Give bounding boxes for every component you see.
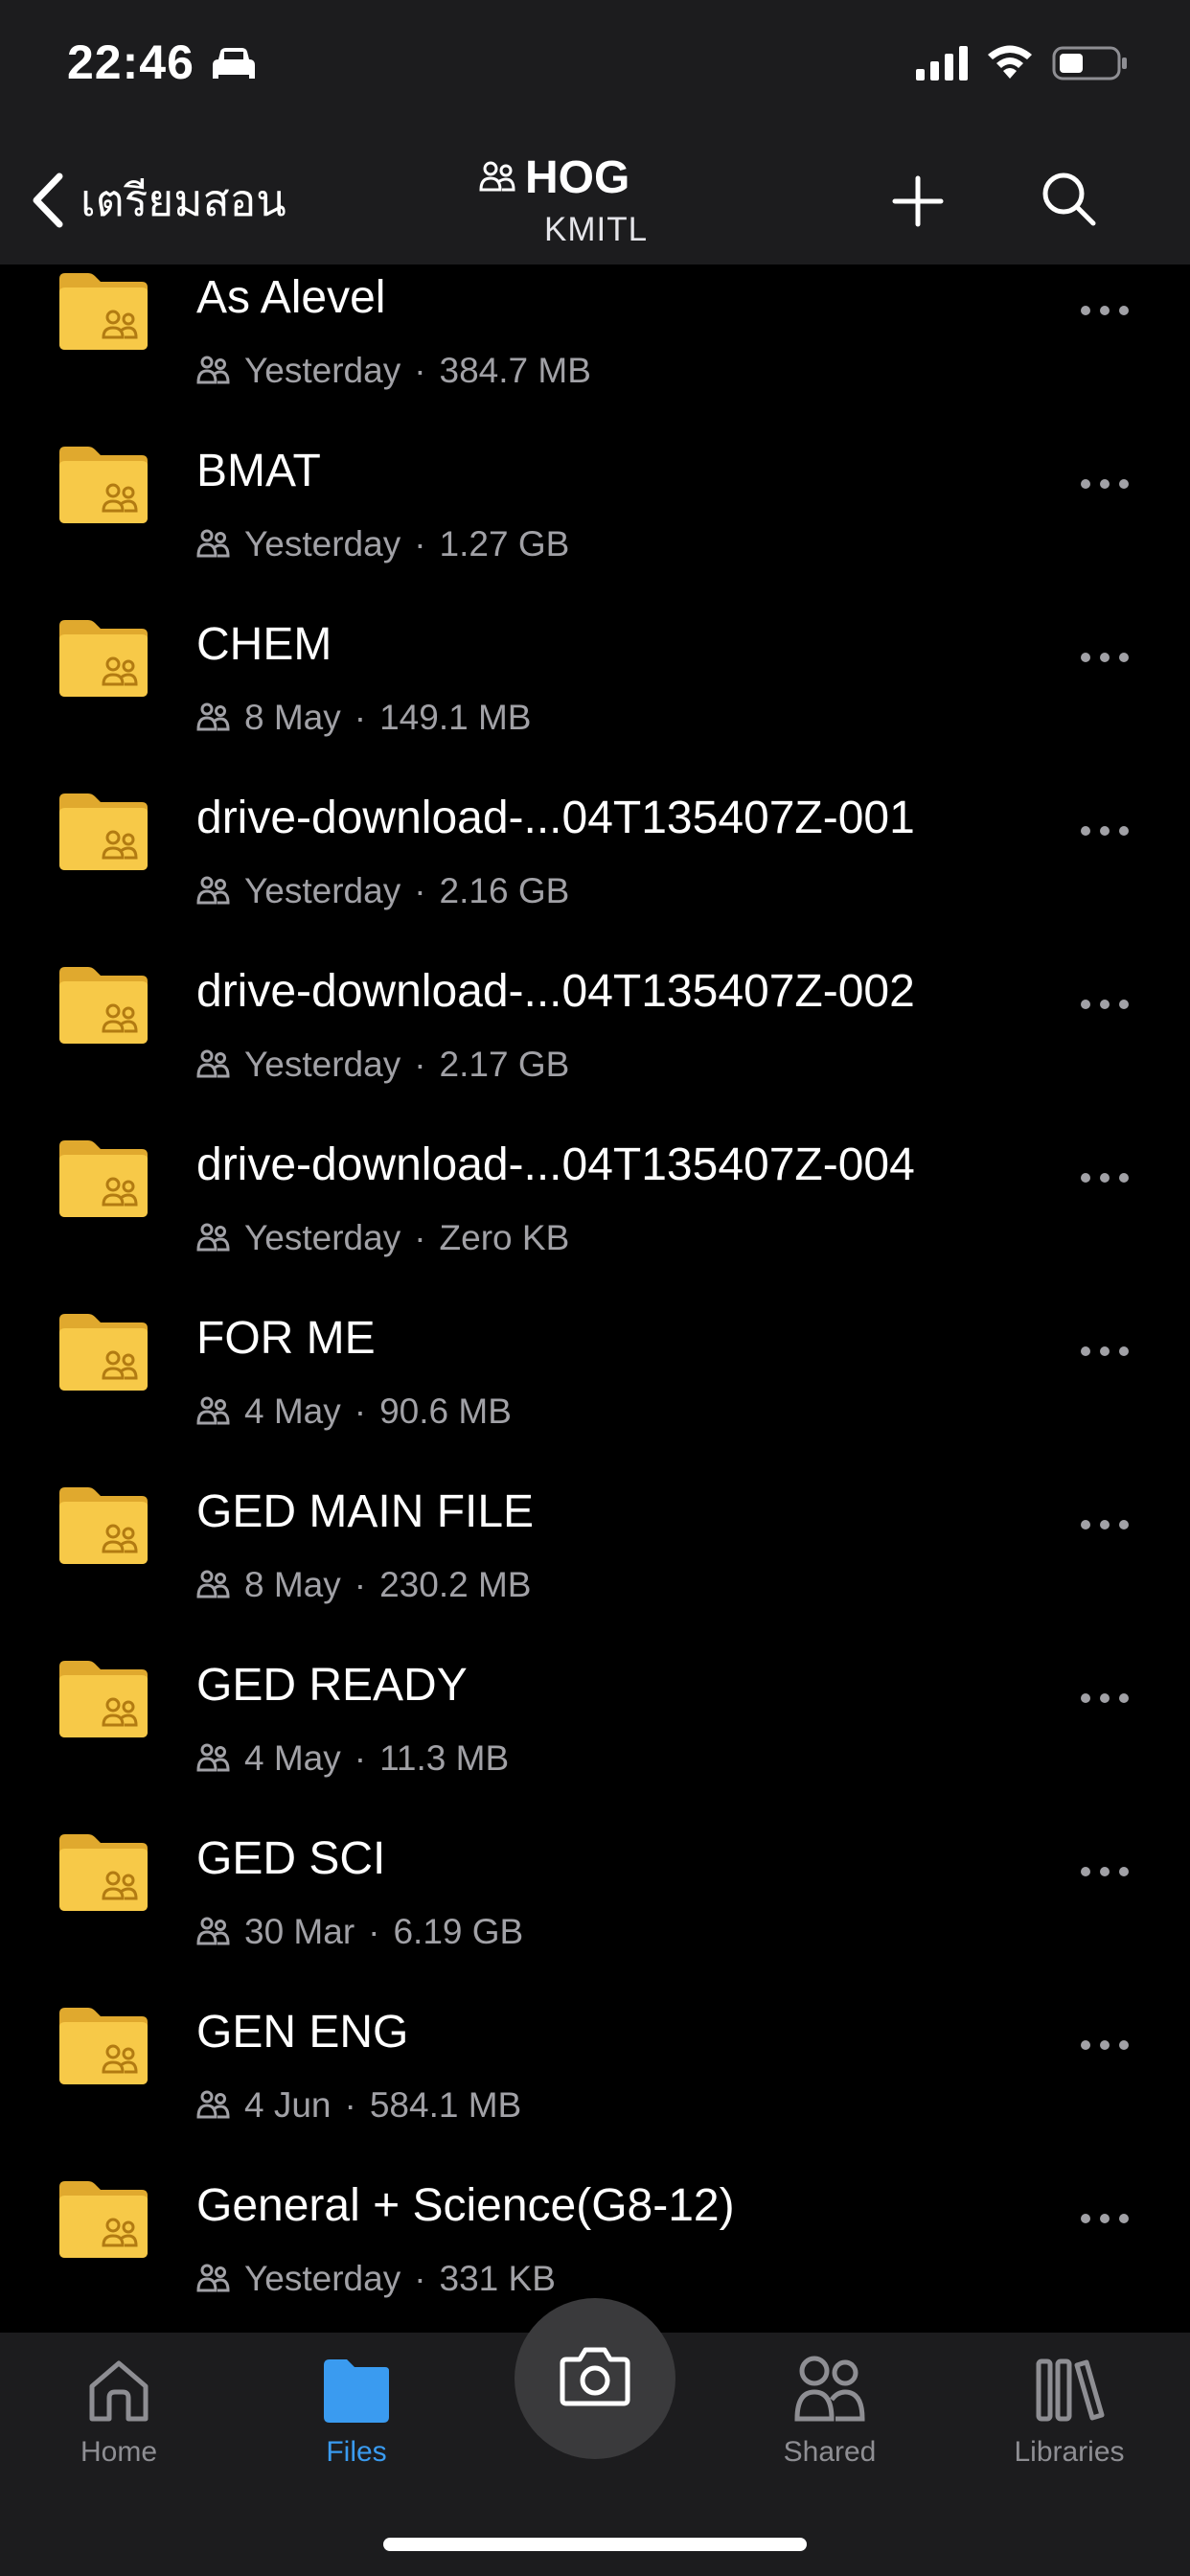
folder-meta: Yesterday · 331 KB [196,2259,556,2299]
folder-name: drive-download-...04T135407Z-004 [196,1139,915,1190]
folder-icon [324,2359,389,2423]
more-options-icon[interactable] [1079,304,1131,317]
shared-people-icon [479,161,515,191]
meta-separator: · [414,2259,426,2298]
camera-button[interactable] [515,2298,675,2459]
shared-folder-icon [59,273,148,350]
search-icon[interactable] [1039,169,1098,228]
shared-people-icon [196,2264,230,2292]
shared-folder-icon [59,794,148,870]
more-options-icon[interactable] [1079,824,1131,838]
status-time: 22:46 [67,35,195,89]
home-icon [89,2360,149,2422]
header-title-block: HOG KMITL [479,151,709,248]
more-options-icon[interactable] [1079,998,1131,1011]
more-options-icon[interactable] [1079,1865,1131,1878]
add-icon[interactable] [889,172,947,230]
folder-row[interactable]: General + Science(G8-12) Yesterday · 331… [0,2099,1190,2329]
tab-shared[interactable]: Shared [734,2354,926,2469]
shared-folder-icon [59,2181,148,2258]
folder-name: BMAT [196,446,321,496]
file-list: As Alevel Yesterday · 384.7 MB BMAT Yest… [0,264,1190,2333]
shared-folder-icon [59,1487,148,1564]
shared-folder-icon [59,1314,148,1391]
tab-files-label: Files [326,2436,387,2468]
folder-name: GED MAIN FILE [196,1486,535,1537]
car-icon [213,48,255,79]
shared-folder-icon [59,620,148,697]
folder-name: CHEM [196,619,332,670]
shared-folder-icon [59,2008,148,2084]
shared-folder-icon [59,447,148,523]
folder-name: drive-download-...04T135407Z-001 [196,793,915,843]
more-options-icon[interactable] [1079,477,1131,491]
tab-home-label: Home [80,2436,158,2468]
camera-icon [560,2347,630,2406]
tab-files[interactable]: Files [261,2354,452,2469]
shared-folder-icon [59,1661,148,1737]
top-bar: 22:46 เตรียมสอน HOG KMITL [0,0,1190,264]
tab-home[interactable]: Home [23,2354,215,2469]
folder-name: GED READY [196,1660,468,1711]
more-options-icon[interactable] [1079,2212,1131,2225]
tab-shared-label: Shared [783,2436,877,2468]
folder-date: Yesterday [244,2259,401,2298]
folder-name: GEN ENG [196,2007,409,2058]
folder-size: 331 KB [439,2259,556,2298]
more-options-icon[interactable] [1079,651,1131,664]
home-indicator [383,2538,807,2551]
more-options-icon[interactable] [1079,1691,1131,1705]
more-options-icon[interactable] [1079,2038,1131,2052]
more-options-icon[interactable] [1079,1345,1131,1358]
folder-name: GED SCI [196,1833,386,1884]
tab-libraries[interactable]: Libraries [973,2354,1165,2469]
more-options-icon[interactable] [1079,1518,1131,1531]
tab-libraries-label: Libraries [1014,2436,1125,2468]
wifi-icon [988,45,1032,79]
battery-icon [1052,46,1127,80]
back-label: เตรียมสอน [80,173,286,226]
back-button[interactable]: เตรียมสอน [29,167,286,234]
shared-people-icon [794,2356,865,2422]
folder-name: General + Science(G8-12) [196,2180,735,2231]
libraries-icon [1036,2358,1105,2422]
signal-icon [916,46,968,80]
more-options-icon[interactable] [1079,1171,1131,1184]
folder-name: As Alevel [196,272,386,323]
chevron-left-icon [33,172,63,228]
page-subtitle: KMITL [544,211,649,248]
shared-folder-icon [59,1140,148,1217]
folder-name: drive-download-...04T135407Z-002 [196,966,915,1017]
page-title: HOG [525,152,630,203]
shared-folder-icon [59,967,148,1044]
folder-name: FOR ME [196,1313,376,1364]
shared-folder-icon [59,1834,148,1911]
